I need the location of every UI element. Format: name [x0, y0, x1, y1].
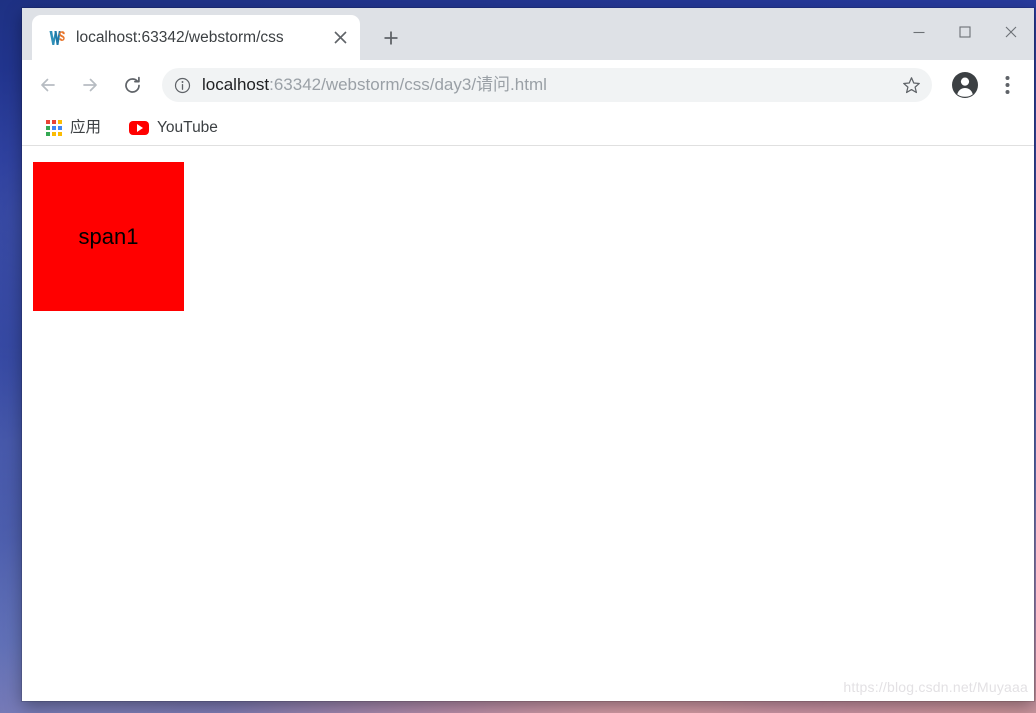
- bookmarks-bar: 应用 YouTube: [22, 110, 1034, 146]
- bookmark-item-apps[interactable]: 应用: [42, 115, 105, 141]
- url-text[interactable]: localhost:63342/webstorm/css/day3/请问.htm…: [202, 74, 886, 96]
- tab-strip: localhost:63342/webstorm/css: [22, 8, 1034, 60]
- plus-icon: [384, 31, 398, 45]
- profile-avatar[interactable]: [948, 68, 982, 102]
- youtube-icon: [129, 120, 150, 135]
- back-button[interactable]: [28, 65, 68, 105]
- info-circle-icon[interactable]: [174, 77, 192, 94]
- address-bar[interactable]: localhost:63342/webstorm/css/day3/请问.htm…: [162, 68, 932, 102]
- browser-window: localhost:63342/webstorm/css localhost:6…: [22, 8, 1034, 701]
- webstorm-icon: [48, 28, 66, 47]
- bookmark-item-youtube[interactable]: YouTube: [125, 115, 222, 141]
- three-dots-icon: [1005, 76, 1009, 94]
- bookmark-label: YouTube: [157, 118, 218, 136]
- tab-title: localhost:63342/webstorm/css: [76, 28, 284, 46]
- tab-title-fade: [284, 26, 318, 49]
- close-icon[interactable]: [328, 26, 352, 50]
- forward-button[interactable]: [70, 65, 110, 105]
- chrome-menu-button[interactable]: [992, 68, 1022, 102]
- minimize-button[interactable]: [896, 8, 942, 56]
- bookmark-label: 应用: [70, 118, 102, 136]
- maximize-button[interactable]: [942, 8, 988, 56]
- close-window-button[interactable]: [988, 8, 1034, 56]
- bookmark-star-icon[interactable]: [896, 70, 926, 100]
- reload-button[interactable]: [112, 65, 152, 105]
- close-icon: [1005, 26, 1017, 38]
- watermark-text: https://blog.csdn.net/Muyaaa: [843, 679, 1028, 695]
- page-viewport: span1 https://blog.csdn.net/Muyaaa: [22, 146, 1034, 701]
- maximize-icon: [959, 26, 971, 38]
- browser-toolbar: localhost:63342/webstorm/css/day3/请问.htm…: [22, 60, 1034, 110]
- span1-box: span1: [33, 162, 184, 311]
- minimize-icon: [913, 31, 925, 34]
- tab-title-container: localhost:63342/webstorm/css: [76, 26, 318, 49]
- new-tab-button[interactable]: [374, 21, 408, 55]
- url-host: localhost: [202, 75, 270, 94]
- url-path: :63342/webstorm/css/day3/请问.html: [269, 75, 547, 94]
- reload-icon: [124, 76, 140, 93]
- arrow-left-icon: [41, 78, 55, 92]
- window-controls: [896, 8, 1034, 56]
- tab-active[interactable]: localhost:63342/webstorm/css: [32, 15, 360, 60]
- arrow-right-icon: [83, 78, 97, 92]
- apps-grid-icon: [46, 119, 62, 136]
- avatar-icon: [952, 72, 978, 98]
